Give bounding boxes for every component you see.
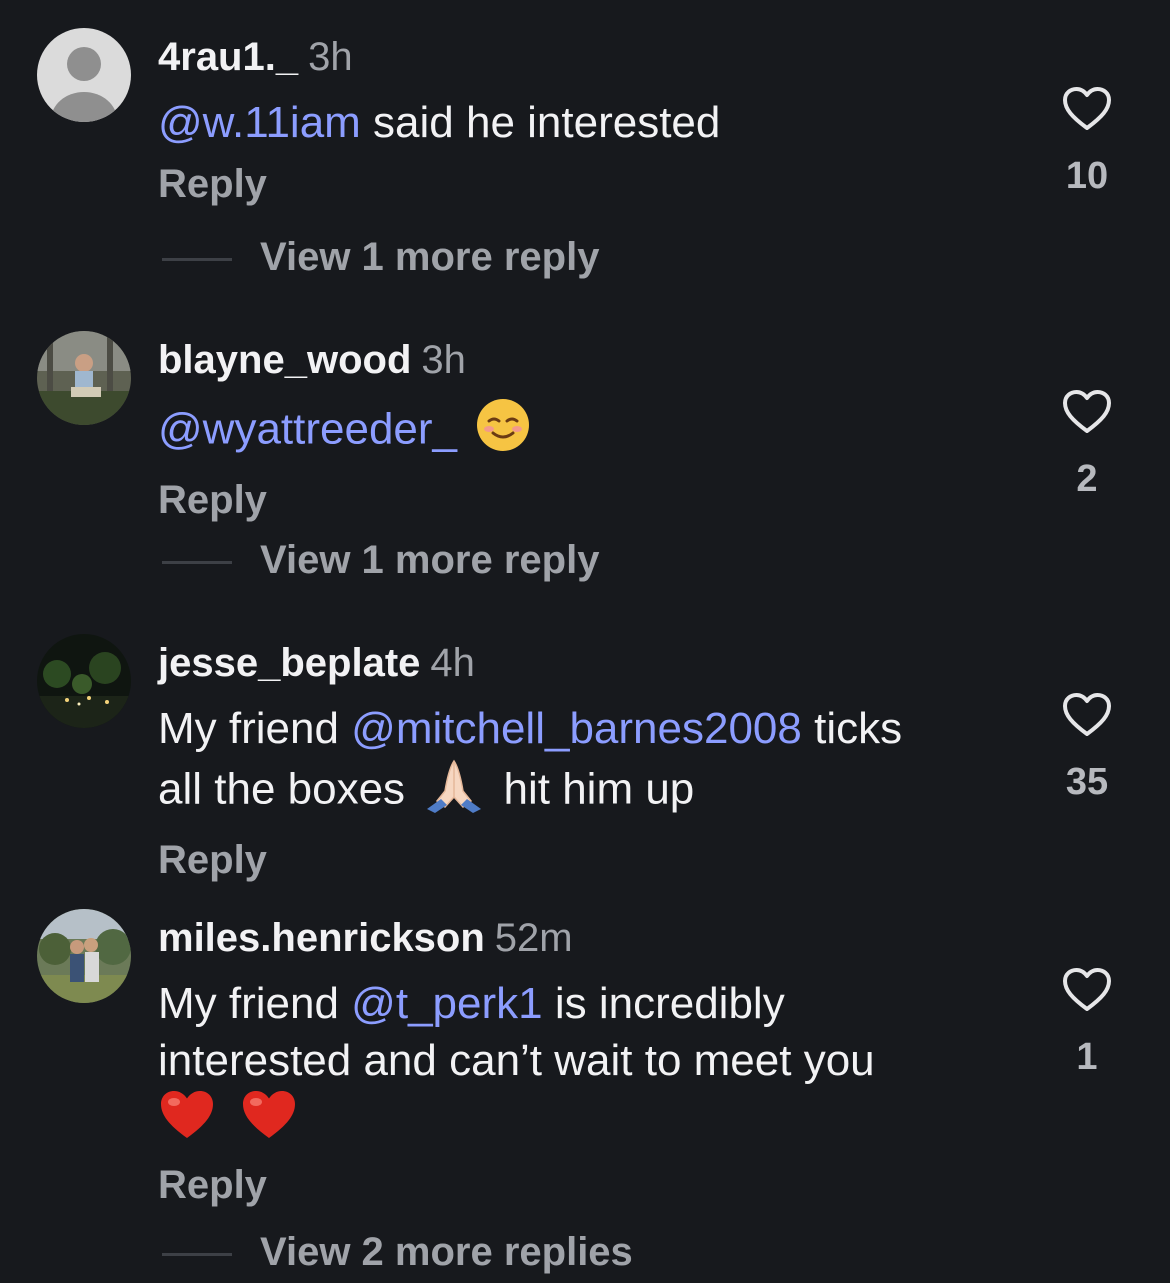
timestamp: 4h — [430, 641, 475, 685]
like-count: 35 — [1065, 761, 1109, 803]
comment-text-before: My friend — [158, 704, 352, 753]
reply-button[interactable]: Reply — [158, 1162, 1018, 1208]
like-count: 2 — [1076, 458, 1098, 500]
comment-text: @wyattreeder_ — [158, 397, 1018, 467]
heart-icon[interactable] — [1062, 967, 1112, 1013]
heart-icon[interactable] — [1062, 389, 1112, 435]
mention-link[interactable]: @wyattreeder_ — [158, 405, 457, 454]
view-more-replies-button[interactable]: View 1 more reply — [158, 234, 599, 280]
view-more-replies-label: View 2 more replies — [260, 1230, 633, 1274]
comment-text-line: all the boxes hit him up — [158, 757, 1018, 827]
view-more-replies-label: View 1 more reply — [260, 538, 600, 582]
mention-link[interactable]: @t_perk1 — [351, 979, 542, 1028]
comment-text: @w.11iam said he interested — [158, 94, 1018, 151]
emoji-row — [158, 1089, 1018, 1146]
divider-line — [162, 257, 232, 261]
comment-text-body: said he interested — [360, 98, 721, 147]
like-control: 35 — [1052, 692, 1122, 804]
comment-thread: 4rau1._ 3h @w.11iam said he interested Re… — [0, 0, 1170, 1283]
heart-icon[interactable] — [1062, 86, 1112, 132]
username[interactable]: 4rau1._ — [158, 35, 298, 79]
username[interactable]: miles.henrickson — [158, 916, 485, 960]
comment-text-line2a: all the boxes — [158, 764, 418, 814]
username[interactable]: blayne_wood — [158, 338, 411, 382]
mention-link[interactable]: @w.11iam — [158, 98, 361, 147]
like-count: 1 — [1076, 1036, 1098, 1078]
view-more-replies-button[interactable]: View 2 more replies — [158, 1229, 633, 1275]
timestamp: 3h — [308, 35, 353, 79]
smiling-face-icon — [475, 397, 531, 467]
mention-link[interactable]: @mitchell_barnes2008 — [351, 704, 802, 753]
avatar[interactable] — [37, 331, 131, 425]
comment-text-before: My friend — [158, 979, 352, 1028]
comment-text-line: interested and can’t wait to meet you — [158, 1036, 875, 1085]
comment-meta: jesse_beplate 4h — [158, 640, 1018, 686]
divider-line — [162, 560, 232, 564]
like-control: 1 — [1052, 967, 1122, 1079]
folded-hands-icon — [423, 757, 485, 827]
avatar[interactable] — [37, 634, 131, 728]
reply-button[interactable]: Reply — [158, 837, 1018, 883]
comment-text-after: is incredibly — [542, 979, 785, 1028]
divider-line — [162, 1252, 232, 1256]
like-control: 2 — [1052, 389, 1122, 501]
timestamp: 3h — [421, 338, 466, 382]
comment-text: My friend @mitchell_barnes2008 ticks all… — [158, 700, 1018, 827]
comment-meta: miles.henrickson 52m — [158, 915, 1018, 961]
reply-button[interactable]: Reply — [158, 161, 1018, 207]
username[interactable]: jesse_beplate — [158, 641, 420, 685]
like-control: 10 — [1052, 86, 1122, 198]
comment-text-line2b: hit him up — [491, 764, 695, 814]
view-more-replies-label: View 1 more reply — [260, 235, 600, 279]
view-more-replies-button[interactable]: View 1 more reply — [158, 537, 599, 583]
comment-text-line: My friend @t_perk1 is incredibly — [158, 975, 1018, 1032]
comment-text-line: My friend @mitchell_barnes2008 ticks — [158, 700, 1018, 757]
comment-meta: blayne_wood 3h — [158, 337, 1018, 383]
reply-button[interactable]: Reply — [158, 477, 1018, 523]
heart-icon[interactable] — [1062, 692, 1112, 738]
comment-text: My friend @t_perk1 is incredibly interes… — [158, 975, 1018, 1146]
red-heart-icon — [240, 1089, 298, 1155]
avatar[interactable] — [37, 909, 131, 1003]
comment-text-after: ticks — [801, 704, 903, 753]
default-avatar-icon[interactable] — [37, 28, 131, 122]
like-count: 10 — [1065, 155, 1109, 197]
red-heart-icon — [158, 1089, 216, 1155]
comment-meta: 4rau1._ 3h — [158, 34, 1018, 80]
timestamp: 52m — [494, 916, 573, 960]
